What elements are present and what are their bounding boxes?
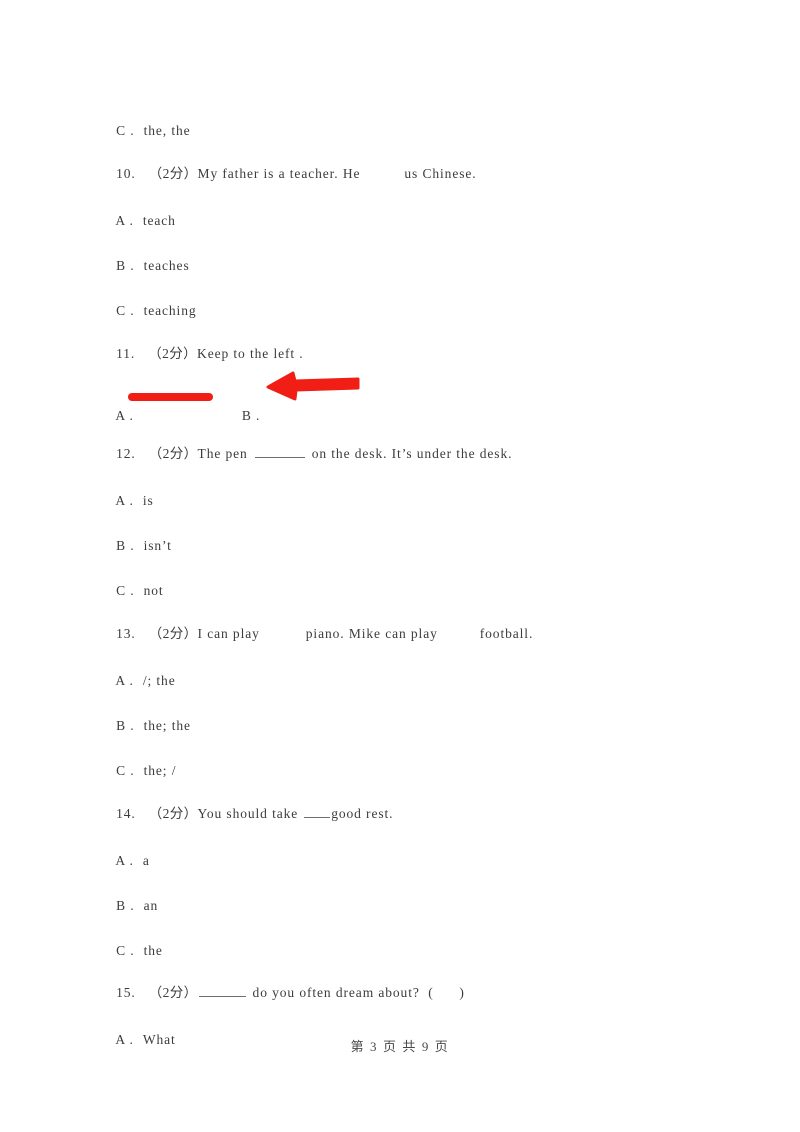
page-number-label: 第 3 页 共 9 页 bbox=[350, 1039, 450, 1054]
question-text-after: good rest. bbox=[331, 806, 394, 821]
option-label: B . bbox=[241, 408, 261, 423]
option-text: a bbox=[142, 853, 150, 868]
option-row: C . the; / bbox=[99, 747, 176, 795]
option-label: C . bbox=[116, 303, 135, 318]
option-text: is bbox=[142, 493, 154, 508]
option-text: not bbox=[143, 583, 164, 598]
question-points: （2分） bbox=[148, 626, 198, 641]
question-text-before: My father is a teacher. He bbox=[197, 166, 361, 181]
question-number: 11. bbox=[116, 346, 136, 361]
question-number: 12. bbox=[116, 446, 136, 461]
page-footer: 第 3 页 共 9 页 bbox=[0, 1036, 800, 1055]
answer-blank bbox=[304, 806, 331, 818]
arrow-shape bbox=[266, 371, 360, 401]
option-text: the, the bbox=[143, 123, 191, 138]
option-label: B . bbox=[116, 538, 135, 553]
option-row: B . an bbox=[99, 882, 158, 930]
option-row: B . teaches bbox=[99, 242, 190, 290]
question-points: （2分） bbox=[148, 806, 198, 821]
option-text: teaching bbox=[143, 303, 197, 318]
question-number: 10. bbox=[116, 166, 136, 181]
question-text-before: The pen bbox=[197, 446, 248, 461]
option-label: C . bbox=[116, 123, 135, 138]
red-left-arrow-svg bbox=[266, 371, 360, 401]
question-number: 15. bbox=[116, 985, 136, 1000]
option-label: A . bbox=[115, 408, 134, 423]
option-text: an bbox=[143, 898, 159, 913]
option-text: teach bbox=[142, 213, 176, 228]
option-row: B . isn’t bbox=[99, 522, 172, 570]
question-text-before: I can play bbox=[197, 626, 260, 641]
option-label: A . bbox=[115, 493, 134, 508]
question-text-before: Keep to the left . bbox=[197, 346, 304, 361]
answer-blank bbox=[254, 446, 305, 458]
question-text-after: us Chinese. bbox=[404, 166, 477, 181]
question-number: 14. bbox=[116, 806, 136, 821]
red-left-arrow-icon bbox=[265, 369, 361, 401]
question-points: （2分） bbox=[148, 346, 198, 361]
option-row: C . the bbox=[99, 927, 163, 975]
question-stem: 13. （2分）I can play piano. Mike can play foo… bbox=[99, 610, 533, 658]
option-text: the; / bbox=[143, 763, 177, 778]
question-text-after: do you often dream about? ( ) bbox=[252, 985, 465, 1000]
option-row: A . teach bbox=[99, 197, 176, 245]
document-page: C . the, the 10. （2分）My father is a teache… bbox=[0, 0, 800, 1132]
option-label: C . bbox=[116, 943, 135, 958]
option-row: A . a bbox=[99, 837, 150, 885]
option-label: C . bbox=[116, 583, 135, 598]
question-points: （2分） bbox=[148, 166, 198, 181]
question-number: 13. bbox=[116, 626, 136, 641]
question-text-before: You should take bbox=[197, 806, 299, 821]
option-row: A . is bbox=[99, 477, 154, 525]
question-stem: 15. （2分） do you often dream about? ( ) bbox=[99, 969, 465, 1017]
option-label: A . bbox=[115, 853, 134, 868]
option-row: C . teaching bbox=[99, 287, 197, 335]
question-points: （2分） bbox=[148, 985, 198, 1000]
question-points: （2分） bbox=[148, 446, 198, 461]
option-text: teaches bbox=[143, 258, 190, 273]
option-text: the bbox=[143, 943, 163, 958]
option-text: /; the bbox=[142, 673, 176, 688]
question-stem: 10. （2分）My father is a teacher. He us Chin… bbox=[99, 150, 477, 198]
option-label: B . bbox=[116, 898, 135, 913]
option-row: C . the, the bbox=[99, 107, 191, 155]
red-horizontal-bar-icon bbox=[128, 393, 213, 401]
option-label: C . bbox=[116, 763, 135, 778]
option-label: B . bbox=[116, 258, 135, 273]
option-label: A . bbox=[115, 673, 134, 688]
option-row: C . not bbox=[99, 567, 164, 615]
option-label: B . bbox=[116, 718, 135, 733]
question-text-after: on the desk. It’s under the desk. bbox=[311, 446, 513, 461]
option-row: B . the; the bbox=[99, 702, 191, 750]
question-text-middle: piano. Mike can play bbox=[305, 626, 438, 641]
question-text-after: football. bbox=[479, 626, 534, 641]
option-text: isn’t bbox=[143, 538, 172, 553]
question-stem: 12. （2分）The pen on the desk. It’s under th… bbox=[99, 430, 512, 478]
answer-blank bbox=[198, 985, 246, 997]
option-label: A . bbox=[115, 213, 134, 228]
option-text: the; the bbox=[143, 718, 191, 733]
option-row: A . /; the bbox=[99, 657, 176, 705]
question-stem: 14. （2分）You should take good rest. bbox=[99, 790, 393, 838]
